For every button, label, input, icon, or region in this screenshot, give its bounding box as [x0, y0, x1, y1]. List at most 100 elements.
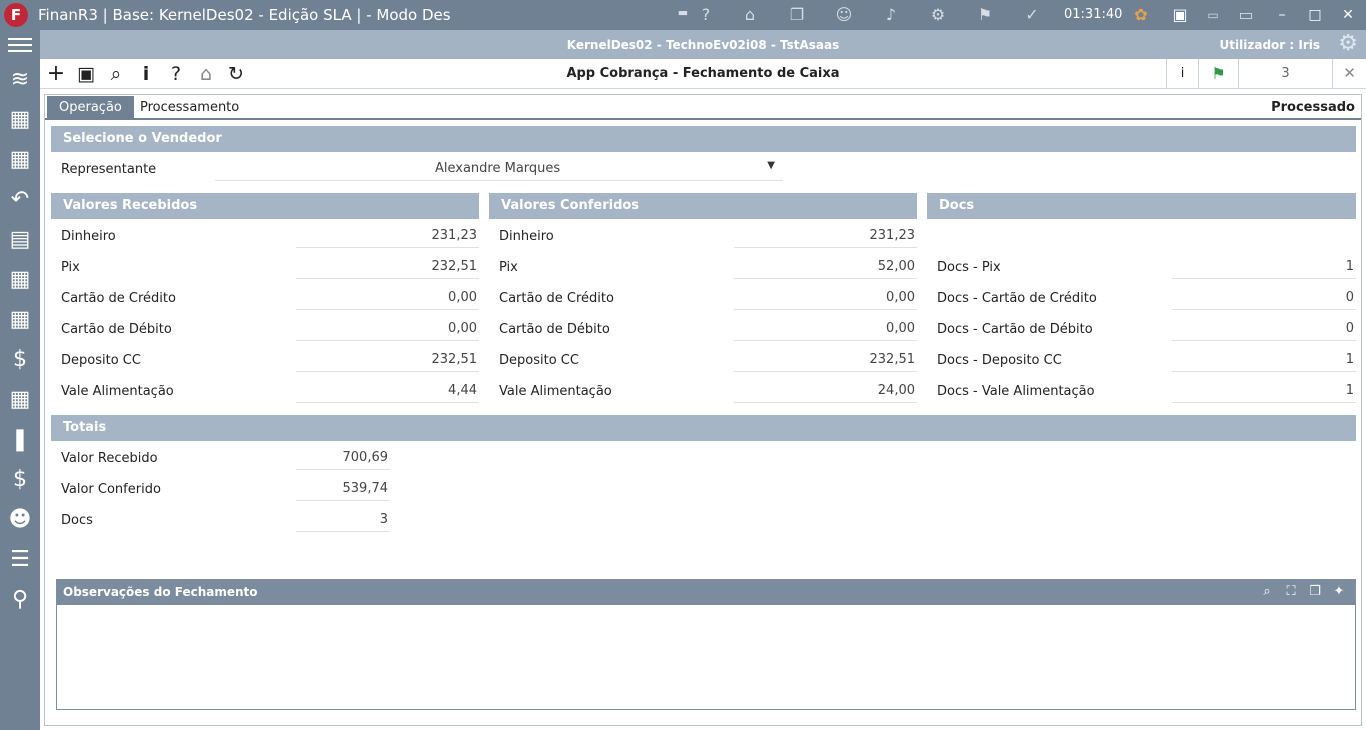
section-header-vendedor: Selecione o Vendedor: [51, 126, 1356, 152]
form-toolbar: + ▣ ⌕ i ? ⌂ ↻ App Cobrança - Fechamento …: [40, 59, 1366, 89]
bookmark-icon[interactable]: ⚑: [1198, 59, 1238, 88]
gear-icon[interactable]: ⚙: [926, 4, 950, 26]
docs-value[interactable]: 1: [1172, 381, 1356, 403]
docs-label: Docs - Pix: [937, 260, 1001, 275]
layers-icon[interactable]: ≋: [4, 64, 36, 96]
recebidos-label: Deposito CC: [61, 353, 141, 368]
calculator-filter-remove-icon[interactable]: ▦: [4, 304, 36, 336]
conferidos-label: Deposito CC: [499, 353, 579, 368]
users-icon[interactable]: ☻: [4, 504, 36, 536]
user-label: Utilizador : Iris: [1219, 38, 1320, 52]
observacoes-textarea[interactable]: [57, 605, 1355, 709]
docs-value[interactable]: 0: [1172, 319, 1356, 341]
recebidos-label: Vale Alimentação: [61, 384, 174, 399]
representante-label: Representante: [61, 162, 157, 177]
conferidos-value[interactable]: 52,00: [734, 257, 917, 279]
recebidos-value[interactable]: 4,44: [296, 381, 479, 403]
minimize-button[interactable]: –: [1268, 4, 1296, 26]
totais-label: Valor Conferido: [61, 482, 161, 497]
totais-value: 539,74: [296, 479, 390, 501]
settings-gear-icon[interactable]: ⚙: [1338, 32, 1358, 56]
conferidos-label: Pix: [499, 260, 518, 275]
monitor-small-icon[interactable]: ▭: [1201, 4, 1225, 26]
docs-value[interactable]: 0: [1172, 288, 1356, 310]
search-icon[interactable]: ⌕: [1258, 583, 1276, 601]
docs-value[interactable]: 1: [1172, 350, 1356, 372]
form-content: Operação Processamento Processado Seleci…: [44, 94, 1362, 726]
tab-processamento[interactable]: Processamento: [128, 96, 251, 119]
docs-label: Docs - Vale Alimentação: [937, 384, 1095, 399]
observacoes-header: Observações do Fechamento: [57, 580, 1355, 605]
representante-select[interactable]: Alexandre Marques ▼: [215, 156, 783, 181]
save-export-icon[interactable]: ▤: [4, 224, 36, 256]
calculator-add-icon[interactable]: ▦: [4, 104, 36, 136]
recebidos-value[interactable]: 232,51: [296, 350, 479, 372]
hamburger-menu-icon[interactable]: [8, 38, 32, 52]
status-label: Processado: [1271, 100, 1355, 115]
windows-icon[interactable]: ❐: [785, 4, 809, 26]
docs-label: Docs - Cartão de Crédito: [937, 291, 1097, 306]
conferidos-value[interactable]: 232,51: [734, 350, 917, 372]
observacoes-panel: Observações do Fechamento ⌕ ⛶ ❐ ✦: [56, 579, 1356, 710]
maximize-button[interactable]: □: [1301, 4, 1329, 26]
session-info: KernelDes02 - TechnoEv02i08 - TstAsaas: [566, 38, 840, 52]
record-counter: 3: [1238, 59, 1332, 88]
docs-label: Docs - Deposito CC: [937, 353, 1062, 368]
conferidos-label: Cartão de Crédito: [499, 291, 614, 306]
totais-value: 700,69: [296, 448, 390, 470]
conferidos-value[interactable]: 24,00: [734, 381, 917, 403]
bell-icon[interactable]: ♪: [879, 4, 903, 26]
totais-label: Docs: [61, 513, 93, 528]
copy-icon[interactable]: ❐: [1306, 583, 1324, 601]
section-header-docs: Docs: [927, 193, 1356, 219]
help-icon[interactable]: ?: [694, 4, 718, 26]
calculator-filter-add-icon[interactable]: ▦: [4, 264, 36, 296]
conferidos-label: Cartão de Débito: [499, 322, 610, 337]
docs-value[interactable]: 1: [1172, 257, 1356, 279]
conferidos-label: Dinheiro: [499, 229, 554, 244]
chevron-down-icon[interactable]: ▼: [767, 160, 775, 171]
check-icon[interactable]: ✓: [1020, 4, 1044, 26]
calculator-filter-icon[interactable]: ▦: [4, 384, 36, 416]
section-header-totais: Totais: [51, 415, 1356, 441]
recebidos-label: Cartão de Crédito: [61, 291, 176, 306]
window-title: FinanR3 | Base: KernelDes02 - Edição SLA…: [38, 6, 451, 24]
recebidos-value[interactable]: 231,23: [296, 226, 479, 248]
session-infobar: KernelDes02 - TechnoEv02i08 - TstAsaas U…: [40, 30, 1366, 59]
bank-icon[interactable]: ⌂: [738, 4, 762, 26]
recebidos-label: Cartão de Débito: [61, 322, 172, 337]
conferidos-value[interactable]: 0,00: [734, 288, 917, 310]
info-small-button[interactable]: i: [1166, 59, 1198, 88]
totais-label: Valor Recebido: [61, 451, 158, 466]
conferidos-value[interactable]: 231,23: [734, 226, 917, 248]
window-titlebar: F FinanR3 | Base: KernelDes02 - Edição S…: [0, 0, 1366, 30]
flag-icon[interactable]: ⚑: [973, 4, 997, 26]
close-form-icon[interactable]: ✕: [1332, 59, 1366, 88]
close-window-button[interactable]: ✕: [1334, 4, 1362, 26]
left-sidebar: ≋ ▦ ▦ ↶ ▤ ▦ ▦ $ ▦ ❚ $ ☻ ☰ ⚲: [0, 30, 40, 730]
totais-value: 3: [296, 510, 390, 532]
recebidos-label: Dinheiro: [61, 229, 116, 244]
representante-value: Alexandre Marques: [435, 161, 561, 176]
user-icon[interactable]: ☺: [832, 4, 856, 26]
tab-operacao[interactable]: Operação: [47, 96, 134, 119]
sparkle-icon[interactable]: ✦: [1330, 583, 1348, 601]
conferidos-label: Vale Alimentação: [499, 384, 612, 399]
color-wheel-icon[interactable]: ✿: [1129, 4, 1153, 26]
tab-bar: Operação Processamento Processado: [45, 95, 1361, 120]
app-logo: F: [4, 3, 28, 27]
dollar-filter-icon[interactable]: $: [4, 344, 36, 376]
recebidos-value[interactable]: 0,00: [296, 319, 479, 341]
undo-icon[interactable]: ↶: [4, 184, 36, 216]
broadcast-icon[interactable]: ❚: [4, 424, 36, 456]
conferidos-value[interactable]: 0,00: [734, 319, 917, 341]
flow-check-icon[interactable]: ⚲: [4, 584, 36, 616]
recebidos-value[interactable]: 232,51: [296, 257, 479, 279]
dollar-filter-2-icon[interactable]: $: [4, 464, 36, 496]
monitor-icon[interactable]: ▭: [1234, 4, 1258, 26]
calculator-remove-icon[interactable]: ▦: [4, 144, 36, 176]
list-icon[interactable]: ☰: [4, 544, 36, 576]
expand-icon[interactable]: ⛶: [1282, 583, 1300, 601]
camera-icon[interactable]: ▣: [1168, 4, 1192, 26]
recebidos-value[interactable]: 0,00: [296, 288, 479, 310]
